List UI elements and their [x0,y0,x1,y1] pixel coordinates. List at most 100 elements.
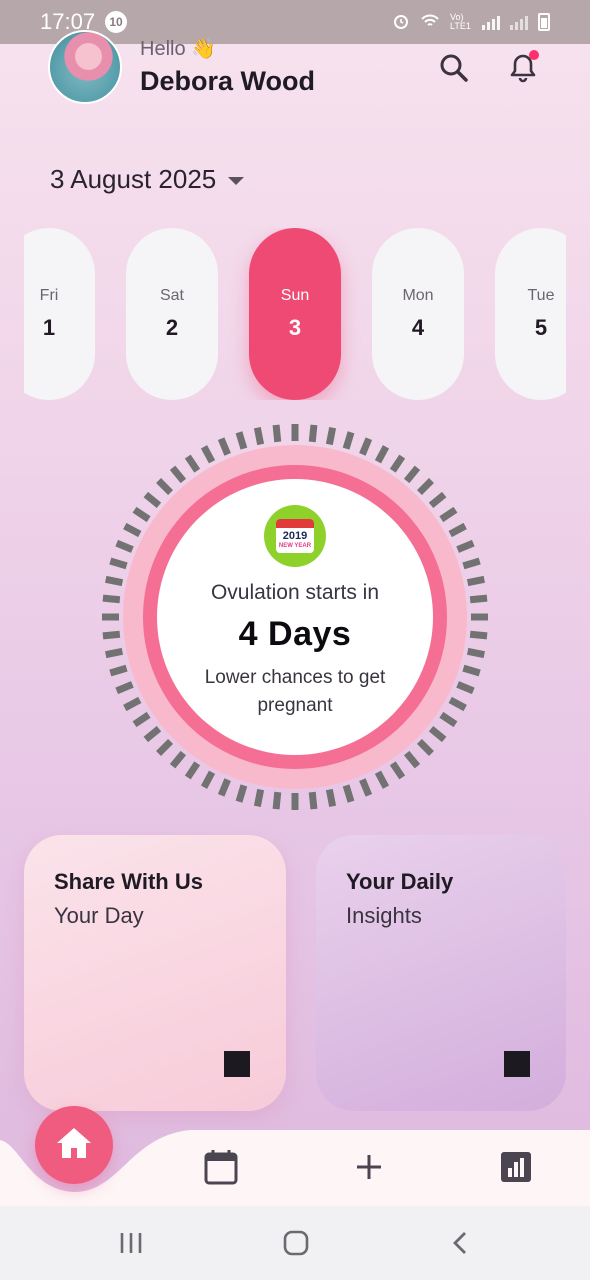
card-square-icon [224,1051,250,1077]
search-icon[interactable] [436,50,472,86]
share-day-card[interactable]: Share With Us Your Day [24,835,286,1111]
back-icon[interactable] [441,1226,481,1260]
day-item-tue[interactable]: Tue 5 [495,228,566,400]
ring-tick [217,437,231,456]
chevron-down-icon [228,176,245,185]
day-number: 1 [42,315,56,340]
ring-tick [169,750,187,769]
alarm-icon [392,12,410,33]
ring-tick [466,575,485,587]
date-selector[interactable]: 3 August 2025 [50,164,245,195]
ring-tick [105,647,124,659]
ring-tick [469,630,488,640]
day-name: Sat [159,287,184,304]
day-number: 5 [534,315,548,340]
ovulation-title: Ovulation starts in [210,581,380,604]
ring-tick [456,539,475,553]
stats-nav-button[interactable] [496,1149,536,1189]
ring-tick [169,465,187,484]
ring-tick [143,725,162,743]
card-title: Your Daily [346,869,454,894]
day-number: 4 [411,315,425,340]
calendar-badge-icon: 2019 NEW YEAR [264,505,326,567]
network-label: Vo) LTE1 [450,12,471,31]
ring-tick [109,664,128,677]
ring-tick [184,454,201,473]
day-item-sun[interactable]: Sun 3 [249,228,341,400]
calendar-icon [202,1147,240,1192]
ring-tick [462,557,481,570]
badge-year: 2019 [282,530,308,542]
day-item-sat[interactable]: Sat 2 [126,228,218,400]
ring-tick [403,465,421,484]
day-number: 3 [288,315,302,340]
ring-tick [115,539,134,553]
user-name: Debora Wood [140,66,315,96]
home-button[interactable] [35,1106,113,1184]
ring-tick [132,711,151,728]
day-name: Fri [39,287,59,304]
ring-tick [325,788,337,807]
calendar-nav-button[interactable] [201,1149,241,1189]
system-navigation-bar [0,1206,590,1280]
day-item-mon[interactable]: Mon 4 [372,228,464,400]
ring-tick [156,738,174,756]
ring-tick [448,522,467,538]
notification-bell-icon[interactable] [505,50,541,86]
ring-tick [200,770,216,789]
ring-tick [253,788,265,807]
day-number: 2 [165,315,179,340]
home-system-icon[interactable] [276,1226,316,1260]
date-label: 3 August 2025 [50,164,217,194]
ring-tick [200,445,216,464]
ring-tick [439,506,458,523]
badge-text: NEW YEAR [278,543,312,549]
ring-tick [374,445,390,464]
ovulation-panel: 2019 NEW YEAR Ovulation starts in 4 Days… [157,479,433,755]
ring-tick [359,778,373,797]
add-button[interactable] [349,1149,389,1189]
wifi-icon [420,13,440,32]
bar-chart-icon [499,1150,533,1189]
ring-tick [105,575,124,587]
ring-tick [102,594,121,604]
recent-apps-icon[interactable] [111,1226,151,1260]
ring-tick [235,431,248,450]
ring-tick [272,424,282,443]
ring-tick [416,478,434,496]
avatar[interactable] [48,30,122,104]
day-item-fri[interactable]: Fri 1 [24,228,95,400]
daily-insights-card[interactable]: Your Daily Insights [316,835,566,1111]
notification-dot [529,50,539,60]
ring-tick [143,491,162,509]
ring-tick [389,761,406,780]
ovulation-subtitle: Lower chances to get pregnant [204,667,386,716]
ring-tick [325,427,337,446]
home-icon [54,1125,94,1166]
notification-count-badge: 10 [105,11,128,33]
ring-tick [428,725,447,743]
card-subtitle: Your Day [54,903,144,928]
battery-icon [538,13,550,31]
ring-tick [416,738,434,756]
ring-tick [308,791,318,810]
ring-tick [342,784,355,803]
ring-tick [115,681,134,695]
ring-tick [359,437,373,456]
ring-tick [389,454,406,473]
ring-tick [109,557,128,570]
ring-tick [235,784,248,803]
signal-2-icon [510,14,528,30]
ring-tick [469,594,488,604]
ring-tick [462,664,481,677]
signal-icon [482,14,500,30]
card-title: Share With Us [54,869,203,894]
ring-tick [428,491,447,509]
ring-tick [253,427,265,446]
ring-tick [156,478,174,496]
ring-tick [308,424,318,443]
card-subtitle: Insights [346,903,422,928]
day-name: Tue [527,287,555,304]
ring-tick [456,681,475,695]
ring-tick [123,696,142,712]
